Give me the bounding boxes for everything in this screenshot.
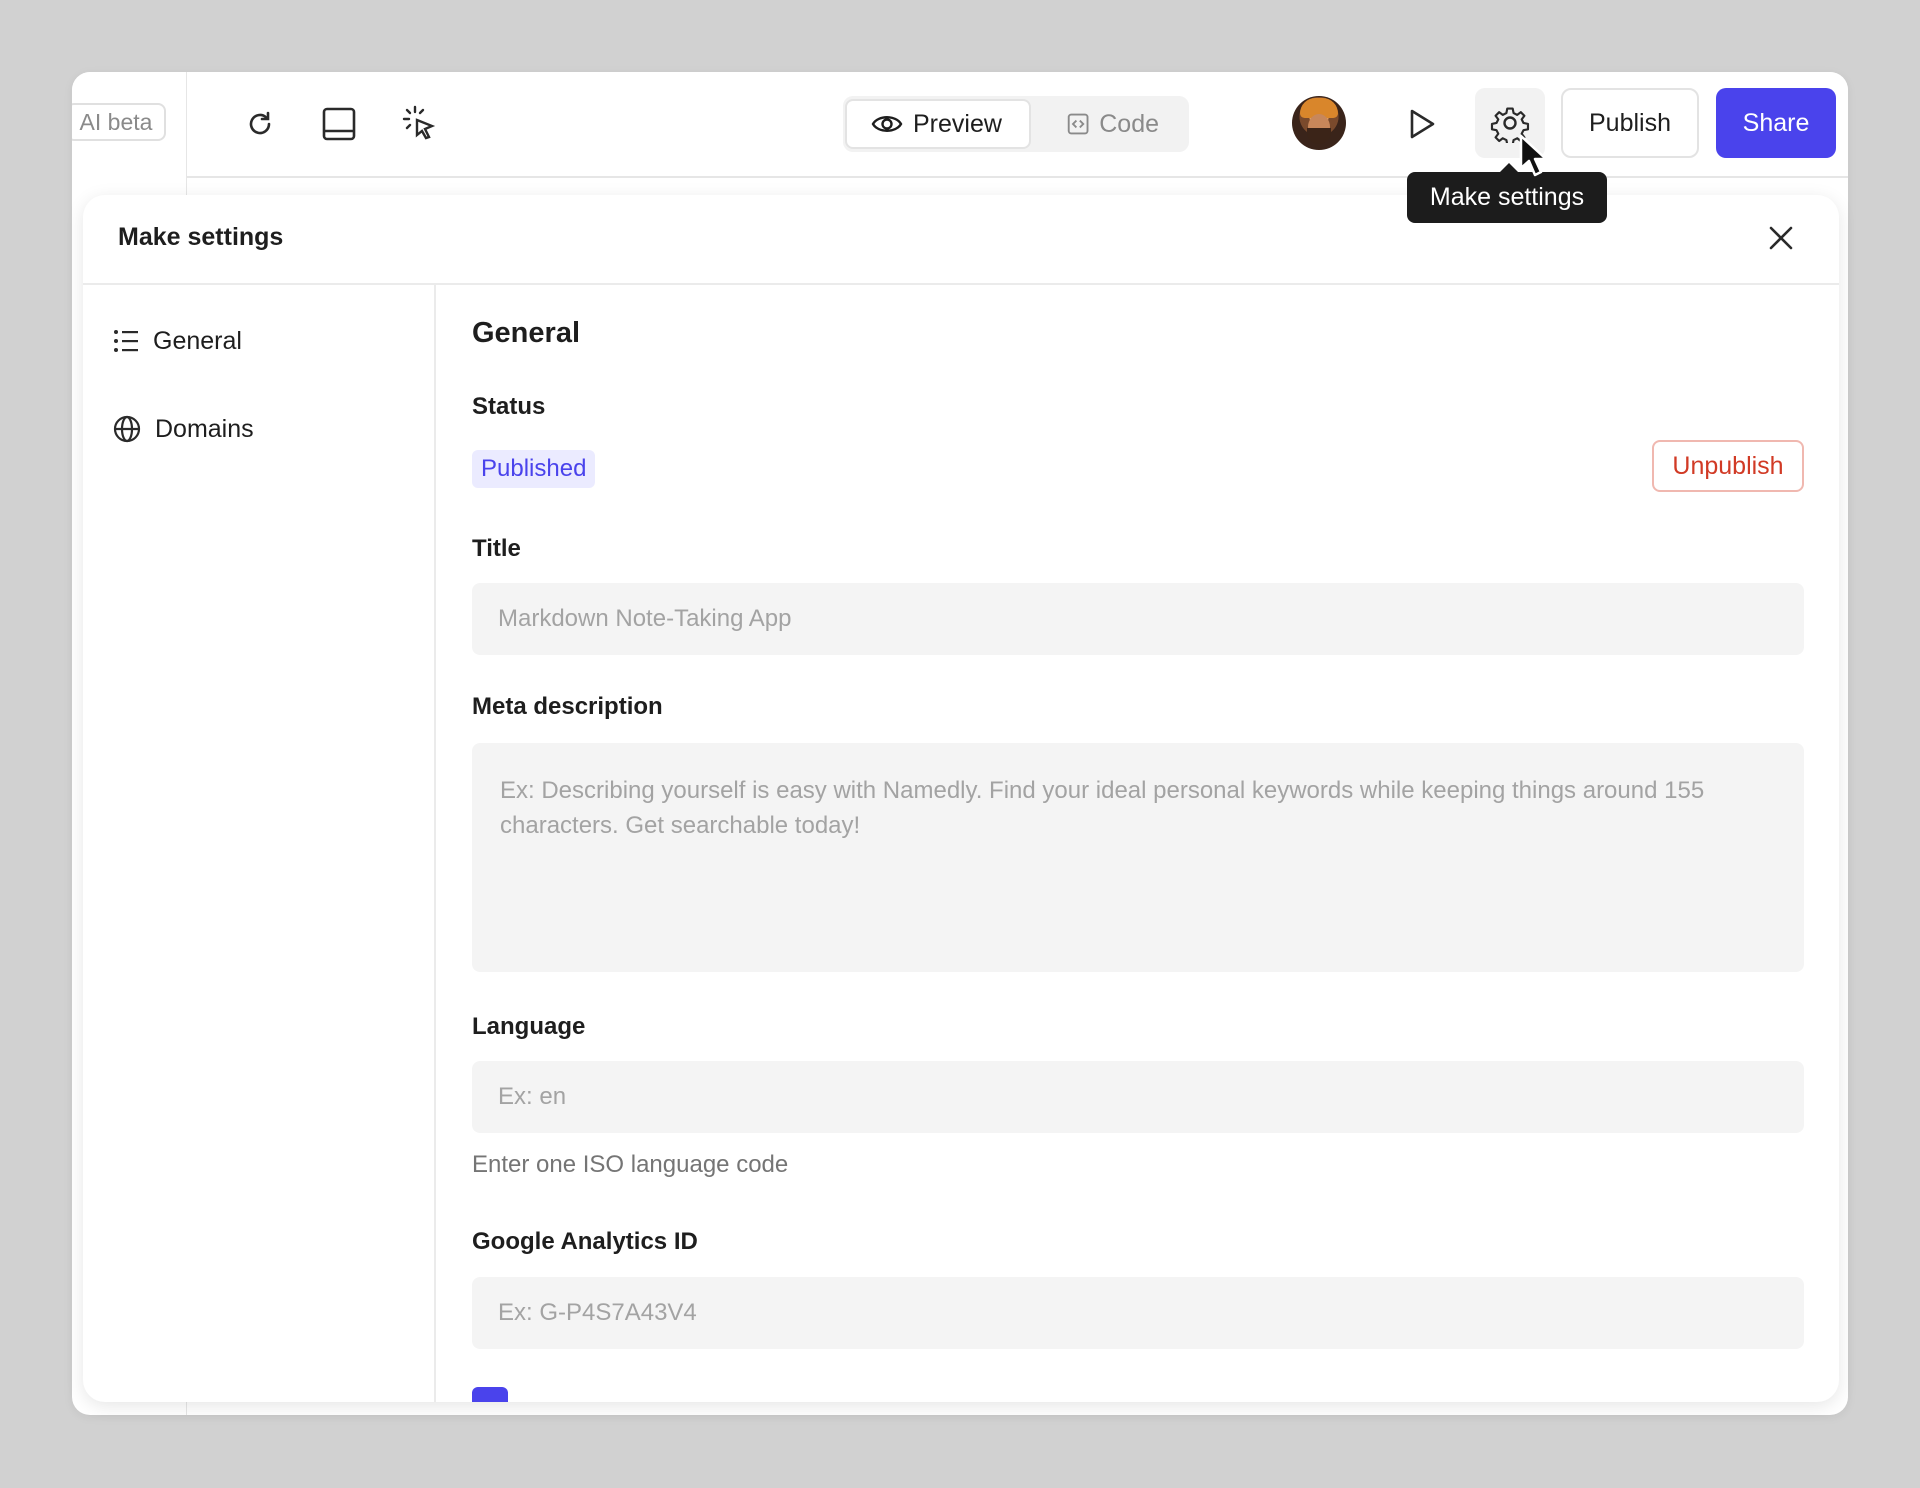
sidebar-item-label: Domains bbox=[155, 414, 254, 443]
sidebar-item-domains[interactable]: Domains bbox=[113, 409, 254, 449]
mouse-cursor-icon bbox=[1519, 134, 1548, 177]
status-label: Status bbox=[472, 393, 546, 420]
title-label: Title bbox=[472, 535, 521, 562]
code-tab[interactable]: Code bbox=[1043, 99, 1183, 149]
meta-description-label: Meta description bbox=[472, 693, 663, 720]
title-field[interactable]: Markdown Note-Taking App bbox=[472, 583, 1804, 655]
panel-toggle-icon[interactable] bbox=[315, 100, 363, 148]
meta-description-field[interactable]: Ex: Describing yourself is easy with Nam… bbox=[472, 743, 1804, 972]
unpublish-button[interactable]: Unpublish bbox=[1652, 440, 1804, 492]
publish-button[interactable]: Publish bbox=[1561, 88, 1699, 158]
section-heading: General bbox=[472, 317, 580, 349]
google-analytics-placeholder: Ex: G-P4S7A43V4 bbox=[498, 1299, 697, 1326]
language-hint: Enter one ISO language code bbox=[472, 1151, 789, 1178]
list-icon bbox=[114, 330, 138, 352]
language-placeholder: Ex: en bbox=[498, 1083, 567, 1110]
preview-label: Preview bbox=[913, 109, 1002, 138]
select-element-icon[interactable] bbox=[395, 100, 443, 148]
share-button[interactable]: Share bbox=[1716, 88, 1836, 158]
eye-icon bbox=[871, 116, 903, 132]
status-badge: Published bbox=[472, 450, 596, 488]
settings-modal: Make settings General Domains General St… bbox=[83, 195, 1839, 1402]
checkbox[interactable] bbox=[472, 1387, 508, 1402]
code-icon bbox=[1067, 113, 1089, 135]
top-toolbar: AI beta Preview Code Publish Share bbox=[72, 72, 1848, 176]
google-analytics-label: Google Analytics ID bbox=[472, 1228, 698, 1255]
code-label: Code bbox=[1099, 109, 1159, 138]
sidebar-item-general[interactable]: General bbox=[113, 321, 242, 361]
settings-tooltip: Make settings bbox=[1407, 163, 1607, 223]
close-icon[interactable] bbox=[1766, 223, 1796, 253]
preview-tab[interactable]: Preview bbox=[845, 99, 1031, 149]
modal-title: Make settings bbox=[118, 223, 284, 251]
general-settings-panel: General Status Published Unpublish Title… bbox=[472, 285, 1804, 1402]
ai-beta-badge[interactable]: AI beta bbox=[72, 103, 166, 141]
language-label: Language bbox=[472, 1013, 586, 1040]
sidebar-item-label: General bbox=[153, 326, 242, 355]
user-avatar[interactable] bbox=[1292, 96, 1346, 150]
settings-sidebar: General Domains bbox=[83, 285, 436, 1402]
globe-icon bbox=[113, 415, 141, 443]
play-icon[interactable] bbox=[1398, 100, 1446, 148]
refresh-icon[interactable] bbox=[236, 100, 284, 148]
meta-description-placeholder: Ex: Describing yourself is easy with Nam… bbox=[500, 777, 1705, 839]
title-placeholder: Markdown Note-Taking App bbox=[498, 605, 792, 632]
view-mode-toggle: Preview Code bbox=[843, 96, 1189, 152]
language-field[interactable]: Ex: en bbox=[472, 1061, 1804, 1133]
google-analytics-field[interactable]: Ex: G-P4S7A43V4 bbox=[472, 1277, 1804, 1349]
